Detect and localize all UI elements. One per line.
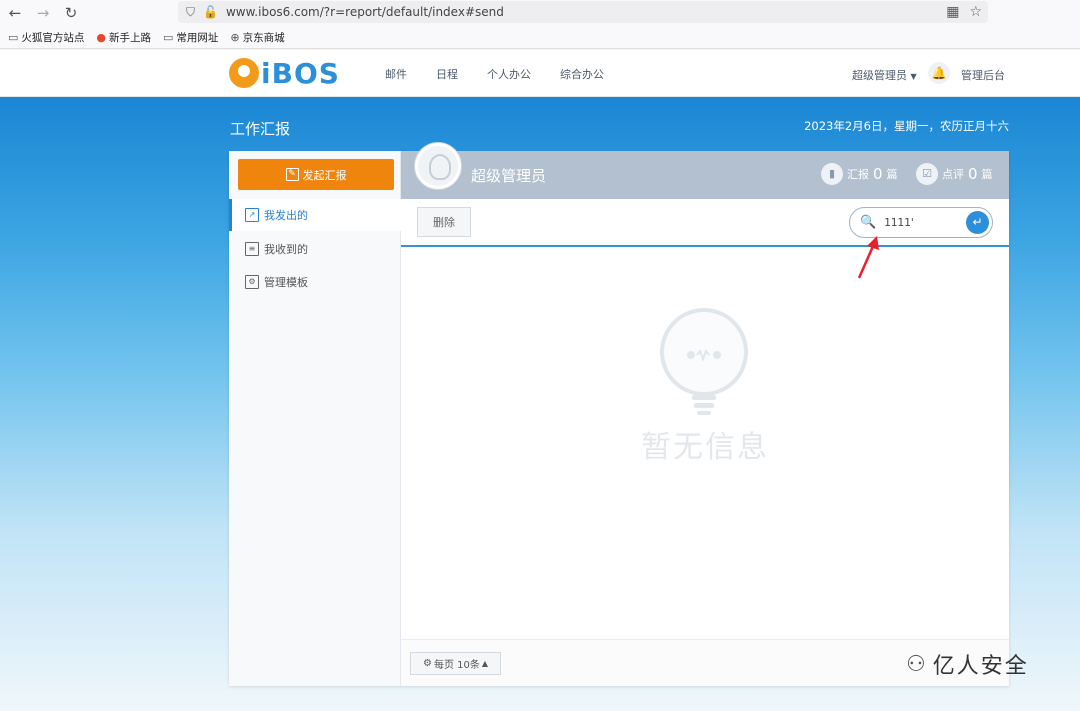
bookmark-item[interactable]: ⊕ 京东商城 xyxy=(230,30,284,45)
reload-icon[interactable]: ↻ xyxy=(58,4,84,22)
folder-icon: ▭ xyxy=(8,30,19,44)
lightbulb-icon xyxy=(660,308,748,415)
browser-toolbar: ← → ↻ ⛉ 🔓 www.ibos6.com/?r=report/defaul… xyxy=(0,0,1080,26)
avatar[interactable] xyxy=(415,143,461,189)
folder-icon: ▭ xyxy=(163,30,174,44)
sidebar-item-label: 我发出的 xyxy=(264,209,308,222)
list-icon: ≡ xyxy=(245,242,259,256)
date-text: 2023年2月6日，星期一，农历正月十六 xyxy=(804,119,1009,133)
per-page-label: 每页 10条 xyxy=(433,660,480,671)
clipboard-check-icon: ☑ xyxy=(916,163,938,185)
arrow-right-icon[interactable]: → xyxy=(30,4,56,22)
sidebar: ✎ 发起汇报 ↗ 我发出的 ≡ 我收到的 ⚙ 管理模板 xyxy=(229,151,401,686)
firefox-icon: ● xyxy=(96,30,107,44)
review-count: 0 xyxy=(968,165,978,183)
arrow-left-icon[interactable]: ← xyxy=(2,4,28,22)
logo[interactable]: iBOS xyxy=(229,56,340,90)
sidebar-item-label: 我收到的 xyxy=(264,243,308,256)
review-unit: 篇 xyxy=(981,168,993,181)
review-stat: ☑ 点评 0 篇 xyxy=(916,163,993,185)
watermark: ⚇ 亿人安全 xyxy=(906,648,1029,680)
report-stat-label: 汇报 xyxy=(847,168,869,181)
empty-state: 暂无信息 xyxy=(401,247,1009,639)
sidebar-item-sent[interactable]: ↗ 我发出的 xyxy=(229,199,401,231)
report-count: 0 xyxy=(873,165,883,183)
bookmark-star-icon[interactable]: ☆ xyxy=(969,4,982,20)
page-title: 工作汇报 xyxy=(230,120,291,138)
empty-state-text: 暂无信息 xyxy=(641,430,769,465)
url-text[interactable]: www.ibos6.com/?r=report/default/index#se… xyxy=(226,5,504,19)
sidebar-item-received[interactable]: ≡ 我收到的 xyxy=(229,233,401,265)
nav-schedule[interactable]: 日程 xyxy=(436,66,458,82)
delete-button[interactable]: 删除 xyxy=(417,207,471,237)
compose-report-button[interactable]: ✎ 发起汇报 xyxy=(238,159,394,190)
report-stat: ▮ 汇报 0 篇 xyxy=(821,163,898,185)
globe-icon: ⊕ xyxy=(230,30,240,44)
user-menu-label: 超级管理员 xyxy=(852,69,907,82)
bookmark-item[interactable]: ● 新手上路 xyxy=(96,30,151,45)
per-page-selector[interactable]: ⚙ 每页 10条 ▲ xyxy=(410,652,501,675)
admin-link[interactable]: 管理后台 xyxy=(961,67,1005,83)
user-menu[interactable]: 超级管理员 ▼ xyxy=(852,67,917,83)
sidebar-item-templates[interactable]: ⚙ 管理模板 xyxy=(229,266,401,298)
report-panel: ✎ 发起汇报 ↗ 我发出的 ≡ 我收到的 ⚙ 管理模板 超级管理员 ▮ 汇报 0… xyxy=(229,143,1009,686)
wechat-icon: ⚇ xyxy=(906,651,928,677)
bookmarks-bar: ▭ 火狐官方站点 ● 新手上路 ▭ 常用网址 ⊕ 京东商城 xyxy=(0,26,1080,49)
watermark-text: 亿人安全 xyxy=(932,654,1029,679)
profile-header: 超级管理员 ▮ 汇报 0 篇 ☑ 点评 0 篇 xyxy=(401,143,1009,199)
logo-bulb-icon xyxy=(229,58,259,88)
lock-icon: 🔓 xyxy=(203,5,218,19)
edit-icon: ✎ xyxy=(285,168,299,181)
bookmark-label: 火狐官方站点 xyxy=(21,31,85,44)
nav-personal-office[interactable]: 个人办公 xyxy=(487,66,531,82)
share-icon: ↗ xyxy=(245,208,259,222)
template-settings-icon: ⚙ xyxy=(245,275,259,289)
top-nav: 邮件 日程 个人办公 综合办公 xyxy=(385,50,633,97)
bookmark-item[interactable]: ▭ 常用网址 xyxy=(163,30,218,45)
sidebar-item-label: 管理模板 xyxy=(264,276,308,289)
nav-mail[interactable]: 邮件 xyxy=(385,66,407,82)
report-unit: 篇 xyxy=(886,168,898,181)
search-submit-icon[interactable]: ↵ xyxy=(966,211,989,234)
caret-up-icon: ▲ xyxy=(481,659,489,668)
bookmark-label: 常用网址 xyxy=(176,31,219,44)
review-stat-label: 点评 xyxy=(942,168,964,181)
annotation-arrow-icon xyxy=(857,236,879,279)
bookmark-item[interactable]: ▭ 火狐官方站点 xyxy=(8,30,84,45)
logo-text: iBOS xyxy=(261,56,340,90)
search-icon: 🔍 xyxy=(860,215,877,230)
bell-icon[interactable]: 🔔 xyxy=(928,62,950,84)
qr-code-icon[interactable]: ▦ xyxy=(946,4,959,20)
list-toolbar: 删除 🔍 ↵ xyxy=(401,199,1009,247)
bookmark-label: 新手上路 xyxy=(109,31,152,44)
app-header: iBOS 邮件 日程 个人办公 综合办公 超级管理员 ▼ 🔔 管理后台 xyxy=(0,50,1080,97)
gear-icon: ⚙ xyxy=(422,658,432,669)
bookmark-label: 京东商城 xyxy=(242,31,285,44)
address-bar[interactable]: ⛉ 🔓 www.ibos6.com/?r=report/default/inde… xyxy=(178,1,988,23)
nav-general-office[interactable]: 综合办公 xyxy=(560,66,604,82)
profile-name: 超级管理员 xyxy=(471,167,547,185)
report-book-icon: ▮ xyxy=(821,163,843,185)
compose-report-label: 发起汇报 xyxy=(302,168,347,182)
search-input[interactable] xyxy=(884,216,965,229)
caret-down-icon: ▼ xyxy=(910,72,917,81)
shield-icon: ⛉ xyxy=(186,4,196,19)
